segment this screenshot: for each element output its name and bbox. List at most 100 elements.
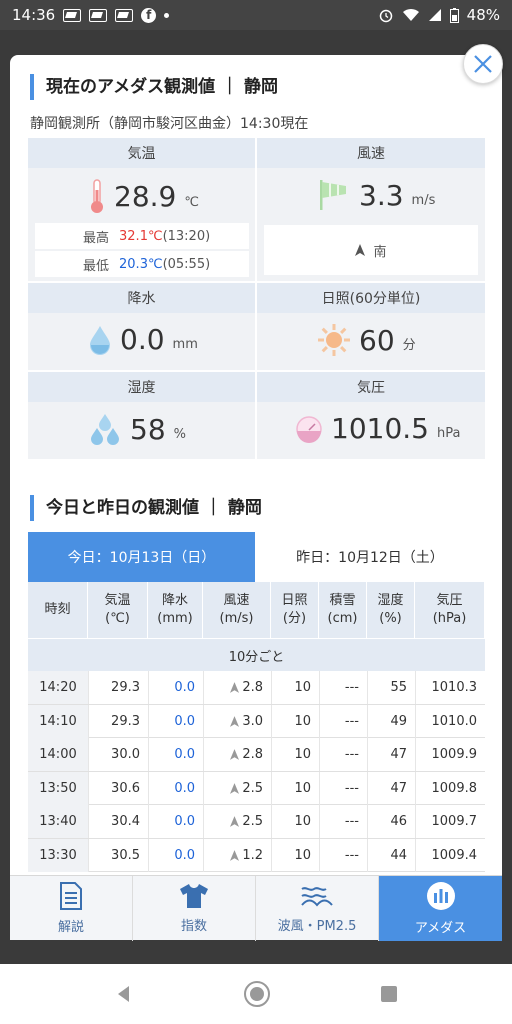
cell-value: 10 — [294, 680, 311, 695]
low-label: 最低 — [83, 258, 110, 274]
sunshine-unit: 分 — [402, 338, 416, 353]
cell-temp: 30.4 — [88, 805, 148, 838]
temperature-value: 28.9 — [114, 179, 177, 213]
cell-value: 47 — [390, 747, 407, 762]
nav-label-index: 指数 — [180, 919, 207, 934]
cell-snow: --- — [319, 805, 367, 838]
cell-value: 2.5 — [242, 780, 263, 796]
cell-value: --- — [344, 780, 359, 796]
wind-panel: 3.3 m/s 南 — [257, 168, 485, 281]
cell-value: 14:00 — [39, 747, 77, 762]
back-icon[interactable] — [114, 984, 134, 1004]
cell-sun: 10 — [271, 805, 319, 838]
cell-value: 10 — [294, 847, 311, 863]
cell-value: --- — [344, 847, 359, 863]
tab-today[interactable]: 今日：10月13日（日） — [28, 532, 255, 582]
sunshine-panel: 60 分 — [257, 313, 485, 370]
humidity-drops-icon — [91, 414, 119, 445]
cell-time: 13:30 — [28, 838, 88, 872]
cell-value: 0.0 — [174, 680, 195, 695]
cell-value: 3.0 — [242, 713, 263, 729]
column-header: 日照 (分) — [271, 582, 319, 638]
column-header: 気圧 (hPa) — [415, 582, 485, 638]
cell-value: 29.3 — [111, 713, 140, 729]
cell-humidity: 46 — [367, 805, 415, 838]
cell-value: 0.0 — [174, 780, 195, 796]
wind-direction-icon — [230, 816, 240, 827]
cell-value: 55 — [390, 680, 407, 695]
cell-temp: 29.3 — [88, 671, 148, 704]
current-section-title: 現在のアメダス観測値 ｜ 静岡 — [30, 74, 278, 100]
cell-temp: 30.0 — [88, 738, 148, 771]
column-header: 気温 (℃) — [88, 582, 148, 638]
humidity-unit: % — [173, 427, 186, 442]
column-name: 気温 — [104, 593, 131, 608]
cell-snow: --- — [319, 771, 367, 805]
column-unit: (mm) — [157, 611, 193, 626]
cell-value: 0.0 — [174, 847, 195, 863]
cell-pressure: 1009.9 — [415, 738, 485, 771]
cell-wind: 2.8 — [203, 671, 271, 704]
column-name: 湿度 — [377, 593, 404, 608]
cell-value: 13:50 — [39, 780, 77, 796]
cell-precip: 0.0 — [148, 671, 203, 704]
cell-value: 47 — [390, 780, 407, 796]
wind-direction-icon — [230, 782, 240, 794]
low-value: 20.3℃ — [119, 256, 163, 272]
pressure-unit: hPa — [436, 426, 461, 441]
document-icon — [60, 882, 82, 910]
alarm-icon — [379, 9, 392, 23]
cell-value: 2.8 — [242, 747, 263, 762]
nav-item-amedas[interactable]: アメダス — [379, 876, 502, 941]
home-icon[interactable] — [243, 980, 271, 1008]
signal-icon — [428, 9, 441, 21]
wind-direction-icon — [230, 682, 240, 693]
table-row: 13:50 30.6 0.0 2.5 10 --- 47 1009.8 — [28, 771, 485, 805]
pressure-panel: 1010.5 hPa — [257, 402, 485, 459]
cell-value: 44 — [390, 847, 407, 863]
thermometer-icon — [91, 179, 103, 213]
system-nav-bar — [0, 964, 512, 1024]
cell-humidity: 47 — [367, 771, 415, 805]
wind-direction-icon — [230, 715, 240, 727]
temperature-header: 気温 — [28, 138, 255, 168]
cell-value: 10 — [294, 814, 311, 829]
column-name: 降水 — [161, 593, 188, 608]
nav-item-index[interactable]: 指数 — [133, 876, 256, 941]
cell-value: 1009.8 — [431, 780, 478, 796]
nav-item-wave-pm25[interactable]: 波風・PM2.5 — [256, 876, 379, 941]
cell-precip: 0.0 — [148, 805, 203, 838]
cell-sun: 10 — [271, 838, 319, 872]
precip-header: 降水 — [28, 283, 255, 313]
humidity-panel: 58 % — [28, 402, 255, 459]
facebook-icon: f — [141, 7, 157, 23]
cell-snow: --- — [319, 671, 367, 704]
bar-chart-icon — [426, 882, 455, 910]
column-name: 日照 — [281, 593, 308, 608]
sunshine-header: 日照(60分単位) — [257, 283, 485, 313]
close-button[interactable] — [463, 44, 503, 84]
cell-value: 0.0 — [174, 747, 195, 762]
temperature-high-row: 最高 32.1℃(13:20) — [35, 223, 249, 249]
recent-apps-icon[interactable] — [380, 985, 398, 1003]
cell-value: 1010.3 — [431, 680, 478, 695]
cell-value: --- — [344, 814, 359, 829]
news-app-icon — [63, 8, 82, 22]
nav-item-explanation[interactable]: 解説 — [10, 876, 133, 941]
cell-snow: --- — [319, 738, 367, 771]
column-unit: (m/s) — [219, 611, 254, 626]
cell-value: 49 — [390, 713, 407, 729]
nav-label-explanation: 解説 — [57, 920, 84, 935]
tab-yesterday[interactable]: 昨日：10月12日（土） — [255, 532, 485, 582]
wind-direction-icon — [230, 849, 240, 861]
cell-precip: 0.0 — [148, 704, 203, 738]
temperature-low-row: 最低 20.3℃(05:55) — [35, 251, 249, 277]
cell-value: --- — [344, 713, 359, 729]
cell-value: 13:40 — [39, 814, 77, 829]
humidity-header: 湿度 — [28, 372, 255, 402]
cell-temp: 30.5 — [88, 838, 148, 872]
column-name: 気圧 — [436, 593, 463, 608]
column-header: 降水 (mm) — [148, 582, 203, 638]
cell-wind: 2.8 — [203, 738, 271, 771]
wind-direction: 南 — [373, 244, 387, 260]
